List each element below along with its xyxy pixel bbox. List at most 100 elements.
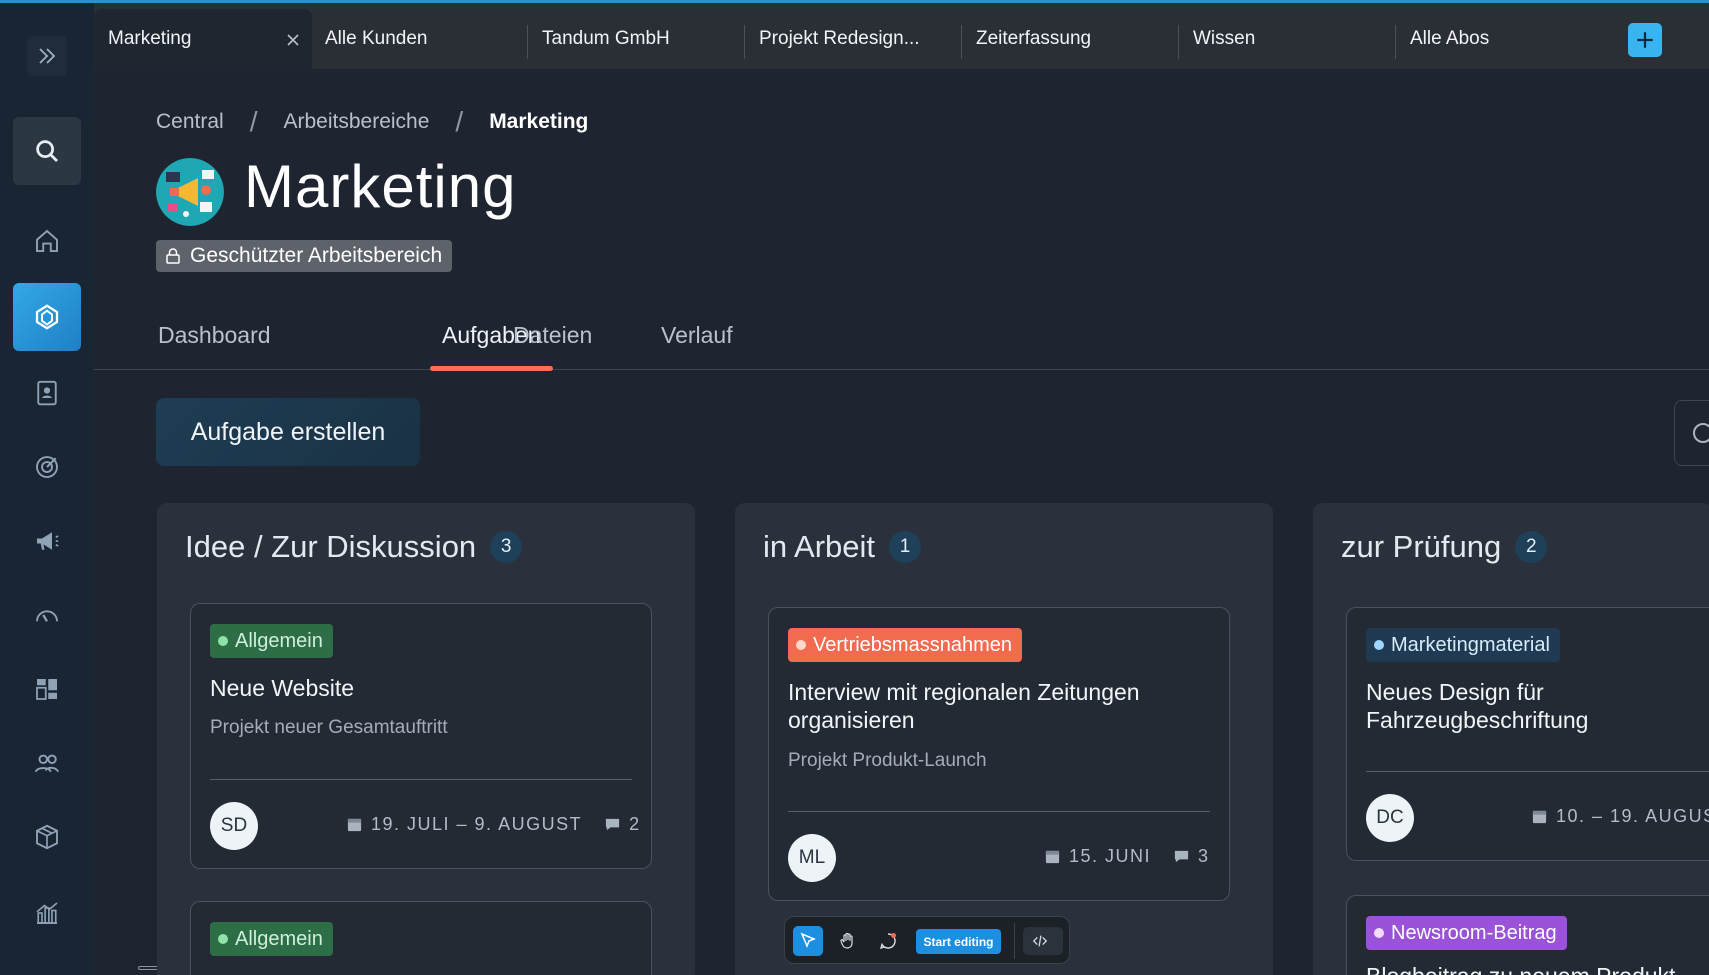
card-title-line: Interview mit regionalen Zeitungen bbox=[788, 679, 1140, 705]
comments[interactable]: 3 bbox=[1173, 846, 1208, 867]
tab-alle-abos[interactable]: Alle Abos bbox=[1396, 9, 1612, 69]
sidebar-item-dashboard[interactable] bbox=[13, 581, 81, 649]
column-header: Idee / Zur Diskussion 3 bbox=[185, 529, 523, 565]
lock-icon bbox=[166, 248, 180, 264]
badge-label: Geschützter Arbeitsbereich bbox=[190, 244, 443, 267]
tag-dot bbox=[796, 640, 806, 650]
sidebar-item-team[interactable] bbox=[13, 729, 81, 797]
task-card[interactable]: Marketingmaterial Neues Design für Fahrz… bbox=[1346, 607, 1709, 861]
task-card[interactable]: Vertriebsmassnahmen Interview mit region… bbox=[768, 607, 1230, 901]
comment-count: 2 bbox=[629, 814, 640, 834]
pan-tool-button[interactable] bbox=[833, 926, 863, 956]
card-title: Neues Design für Fahrzeugbeschriftung bbox=[1366, 678, 1588, 734]
sidebar-item-marketing[interactable] bbox=[13, 507, 81, 575]
tab-label: Alle Kunden bbox=[325, 28, 428, 49]
tab-tandum-gmbh[interactable]: Tandum GmbH bbox=[528, 9, 744, 69]
expand-sidebar-button[interactable] bbox=[27, 36, 67, 76]
tag-label: Allgemein bbox=[235, 927, 323, 950]
category-tag: Vertriebsmassnahmen bbox=[788, 628, 1022, 662]
comment-tool-button[interactable] bbox=[873, 926, 903, 956]
sidebar-item-reports[interactable] bbox=[13, 879, 81, 947]
task-card[interactable]: Allgemein Neue Website Projekt neuer Ges… bbox=[190, 603, 652, 869]
comment-bubble-icon bbox=[879, 933, 896, 950]
column-title: zur Prüfung bbox=[1341, 529, 1502, 564]
tab-verlauf[interactable]: Verlauf bbox=[661, 322, 733, 349]
task-card[interactable]: Allgemein bbox=[190, 901, 652, 975]
floating-editor-toolbar: Start editing bbox=[784, 916, 1070, 964]
breadcrumb: Central / Arbeitsbereiche / Marketing bbox=[156, 106, 588, 138]
breadcrumb-arbeitsbereiche[interactable]: Arbeitsbereiche bbox=[283, 110, 429, 134]
calendar-icon bbox=[347, 818, 362, 832]
board-icon bbox=[36, 679, 57, 700]
sidebar-item-goals[interactable] bbox=[13, 433, 81, 501]
active-tab-indicator bbox=[430, 366, 553, 371]
breadcrumb-separator: / bbox=[455, 106, 464, 137]
team-icon bbox=[34, 754, 60, 773]
target-icon bbox=[36, 456, 58, 478]
task-search-button[interactable] bbox=[1674, 400, 1709, 466]
tab-bar: Marketing Alle Kunden Tandum GmbH Projek… bbox=[94, 3, 1709, 69]
card-meta: 15. JUNI 3 bbox=[1044, 846, 1208, 867]
chevrons-right-icon bbox=[39, 48, 56, 64]
category-tag: Newsroom-Beitrag bbox=[1366, 916, 1567, 950]
comments[interactable]: 2 bbox=[604, 814, 639, 835]
card-title-line: Neues Design für bbox=[1366, 679, 1544, 705]
card-title-line: Fahrzeugbeschriftung bbox=[1366, 707, 1589, 733]
chart-icon bbox=[36, 902, 58, 924]
assignee-avatar[interactable]: SD bbox=[210, 802, 258, 850]
protected-workspace-badge: Geschützter Arbeitsbereich bbox=[156, 240, 453, 272]
tab-zeiterfassung[interactable]: Zeiterfassung bbox=[962, 9, 1178, 69]
tab-wissen[interactable]: Wissen bbox=[1179, 9, 1395, 69]
create-task-button[interactable]: Aufgabe erstellen bbox=[156, 398, 420, 466]
plus-icon bbox=[1637, 32, 1653, 48]
sidebar-item-contacts[interactable] bbox=[13, 359, 81, 427]
tab-projekt-redesign[interactable]: Projekt Redesign... bbox=[745, 9, 961, 69]
tab-label: Projekt Redesign... bbox=[759, 28, 920, 49]
task-card[interactable]: Newsroom-Beitrag Blogbeitrag zu neuem Pr… bbox=[1346, 895, 1709, 975]
cursor-icon bbox=[800, 932, 816, 948]
sidebar-item-home[interactable] bbox=[13, 207, 81, 275]
column-header: zur Prüfung 2 bbox=[1341, 529, 1548, 565]
tab-label: Zeiterfassung bbox=[976, 28, 1092, 49]
tab-dateien[interactable]: Dateien bbox=[513, 322, 592, 349]
card-date: 15. JUNI bbox=[1069, 846, 1152, 866]
select-tool-button[interactable] bbox=[793, 926, 823, 956]
close-icon[interactable] bbox=[284, 31, 302, 49]
tag-dot bbox=[218, 636, 228, 646]
card-title: Blogbeitrag zu neuem Produkt bbox=[1366, 962, 1675, 975]
toolbar-divider bbox=[1014, 923, 1015, 959]
assignee-avatar[interactable]: DC bbox=[1366, 794, 1414, 842]
add-tab-button[interactable] bbox=[1628, 23, 1662, 57]
column-count-badge: 2 bbox=[1515, 531, 1548, 563]
package-icon bbox=[36, 824, 58, 850]
hand-icon bbox=[840, 932, 853, 949]
card-divider bbox=[788, 811, 1210, 812]
sidebar-item-boards[interactable] bbox=[13, 655, 81, 723]
tab-alle-kunden[interactable]: Alle Kunden bbox=[311, 9, 527, 69]
tab-marketing[interactable]: Marketing bbox=[94, 9, 312, 69]
search-icon bbox=[36, 140, 58, 162]
contacts-icon bbox=[37, 380, 57, 406]
comment-icon bbox=[605, 818, 620, 831]
code-view-toggle[interactable] bbox=[1023, 927, 1063, 955]
sidebar-search-button[interactable] bbox=[13, 117, 81, 185]
comment-count: 3 bbox=[1198, 846, 1209, 866]
card-date: 19. JULI – 9. AUGUST bbox=[371, 814, 583, 834]
kanban-column-idee: Idee / Zur Diskussion 3 Allgemein Neue W… bbox=[157, 503, 695, 975]
sidebar-item-products[interactable] bbox=[13, 803, 81, 871]
tab-label: Tandum GmbH bbox=[542, 28, 670, 49]
kanban-column-zur-pruefung: zur Prüfung 2 Marketingmaterial Neues De… bbox=[1313, 503, 1709, 975]
gauge-icon bbox=[36, 610, 58, 622]
breadcrumb-central[interactable]: Central bbox=[156, 110, 224, 134]
assignee-avatar[interactable]: ML bbox=[788, 834, 836, 882]
tag-dot bbox=[1374, 928, 1384, 938]
tab-dashboard[interactable]: Dashboard bbox=[158, 322, 271, 349]
sidebar-item-workspaces[interactable] bbox=[13, 283, 81, 351]
page-title: Marketing bbox=[244, 153, 517, 220]
category-tag: Marketingmaterial bbox=[1366, 628, 1560, 662]
breadcrumb-separator: / bbox=[249, 106, 258, 137]
tab-label: Wissen bbox=[1193, 28, 1256, 49]
category-tag: Allgemein bbox=[210, 922, 333, 956]
tag-label: Vertriebsmassnahmen bbox=[813, 633, 1012, 656]
start-editing-button[interactable]: Start editing bbox=[916, 929, 1001, 954]
